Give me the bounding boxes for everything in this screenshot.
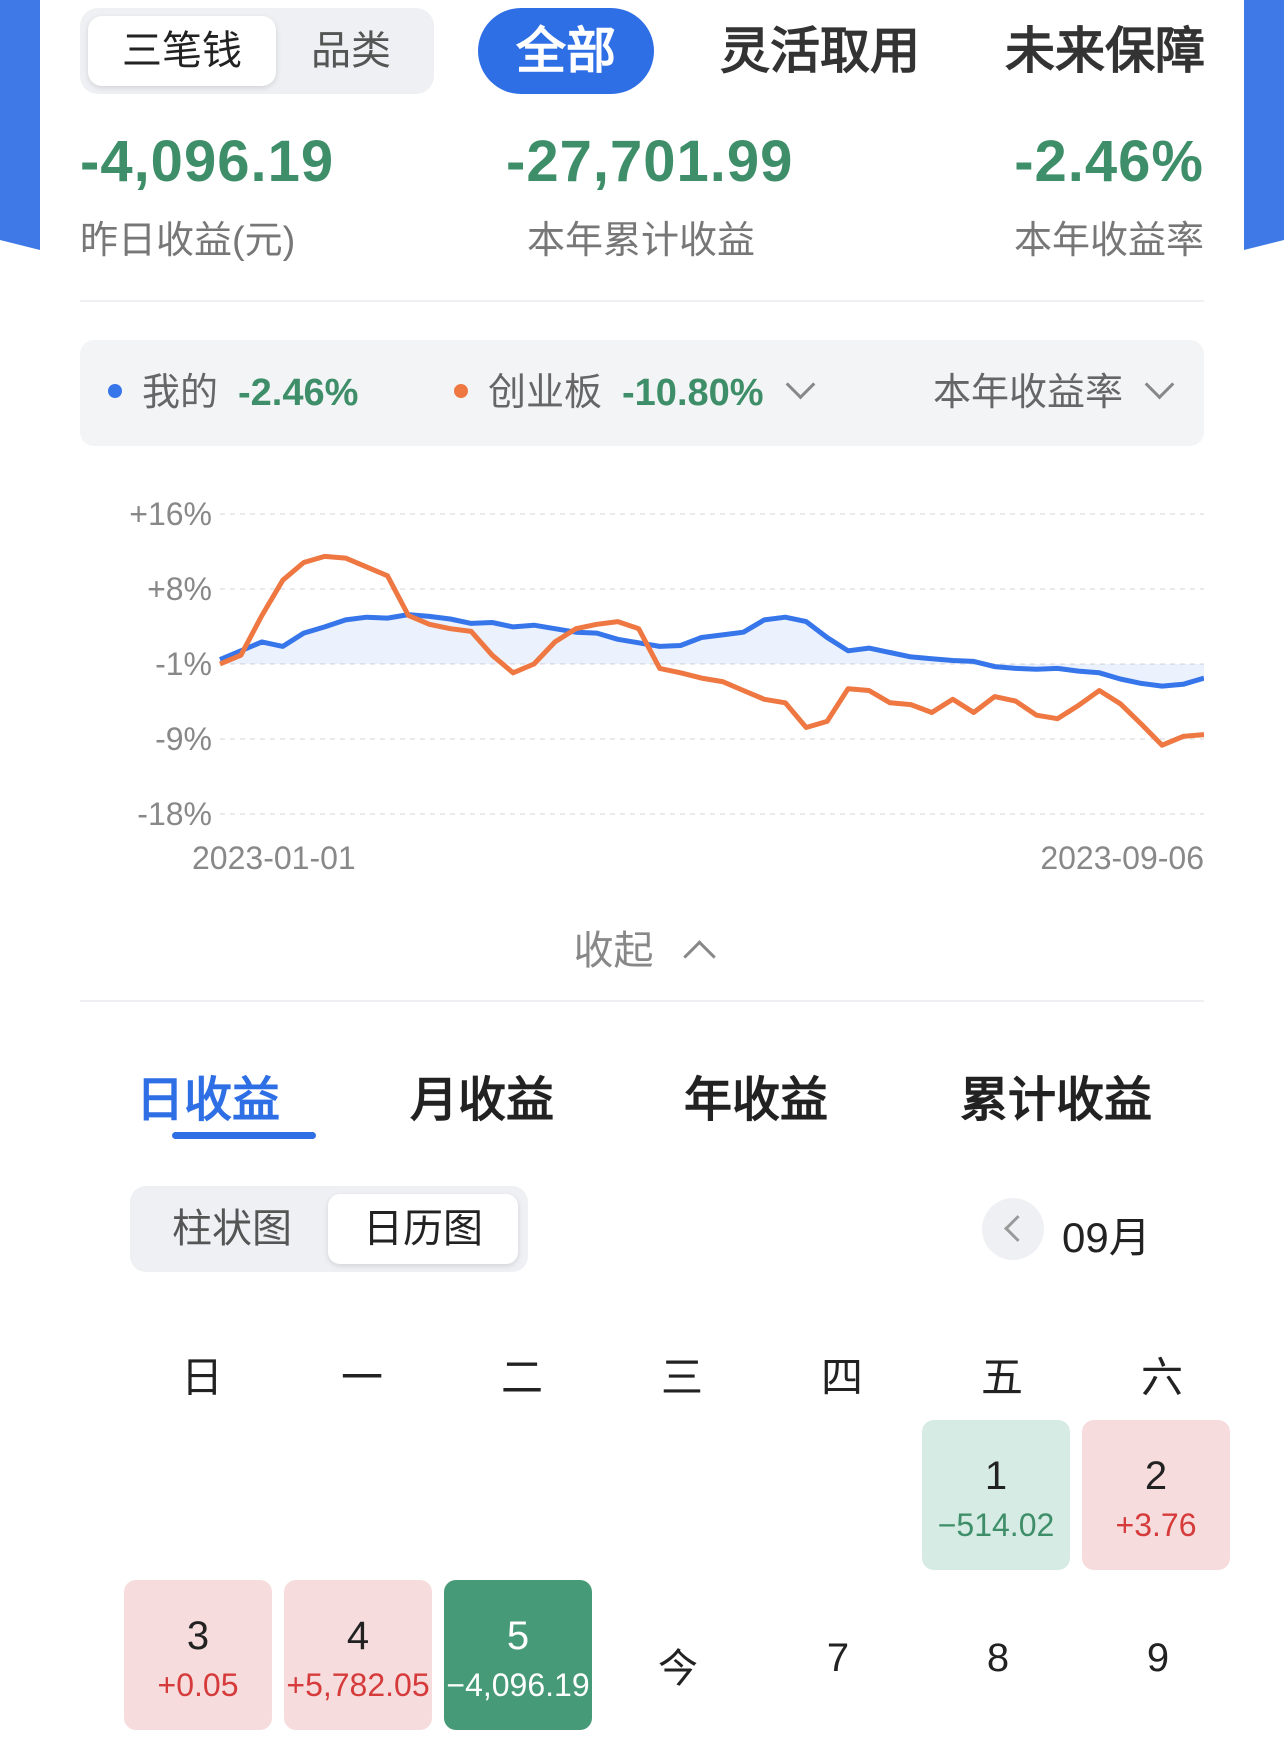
prev-month-button[interactable] xyxy=(982,1198,1044,1260)
weekday-label: 三 xyxy=(660,1354,703,1401)
stat-value: -4,096.19 xyxy=(80,129,335,194)
tab-yearly[interactable]: 年收益 xyxy=(684,1060,828,1130)
chart-legend: 我的 -2.46% 创业板 -10.80% 本年收益率 xyxy=(80,340,1204,446)
day-profit: +0.05 xyxy=(157,1667,239,1703)
switch-option-three-funds[interactable]: 三笔钱 xyxy=(88,16,276,86)
chevron-down-icon xyxy=(1144,369,1175,400)
weekday-label: 一 xyxy=(340,1354,383,1401)
legend-benchmark[interactable]: 创业板 -10.80% xyxy=(454,340,815,446)
day-number: 9 xyxy=(1146,1636,1170,1680)
top-switch: 三笔钱 品类 xyxy=(80,8,434,94)
return-chart[interactable] xyxy=(80,480,1204,880)
collapse-button[interactable]: 收起 xyxy=(40,918,1244,976)
x-start-label: 2023-01-01 xyxy=(192,840,356,876)
stat-label: 本年累计收益 xyxy=(526,220,755,262)
weekday-label: 二 xyxy=(500,1354,543,1401)
legend-mine-value: -2.46% xyxy=(238,372,359,414)
calendar-day[interactable]: 5 −4,096.19 xyxy=(444,1580,592,1730)
stat-yesterday: -4,096.19 昨日收益(元) xyxy=(80,128,334,264)
stat-value: -27,701.99 xyxy=(506,129,794,194)
stat-label: 昨日收益(元) xyxy=(80,220,296,262)
day-number: 3 xyxy=(186,1614,210,1658)
x-end-label: 2023-09-06 xyxy=(1040,840,1204,876)
view-switch: 柱状图 日历图 xyxy=(130,1186,528,1272)
day-profit: −4,096.19 xyxy=(446,1667,590,1703)
view-calendar[interactable]: 日历图 xyxy=(328,1194,518,1264)
day-number: 1 xyxy=(984,1454,1008,1498)
chevron-down-icon xyxy=(785,369,815,400)
stat-label: 本年收益率 xyxy=(1013,220,1204,262)
calendar-day[interactable]: 2 +3.76 xyxy=(1082,1420,1230,1570)
calendar-day-today[interactable]: 今 xyxy=(604,1580,752,1730)
legend-mine-label: 我的 xyxy=(142,372,219,414)
weekday-label: 日 xyxy=(180,1354,223,1401)
metric-label: 本年收益率 xyxy=(932,372,1123,414)
month-label: 09月 xyxy=(1062,1214,1151,1261)
active-tab-indicator xyxy=(172,1132,316,1139)
tab-all[interactable]: 全部 xyxy=(478,8,654,94)
collapse-label: 收起 xyxy=(573,929,654,973)
day-profit: +5,782.05 xyxy=(286,1667,430,1703)
day-profit: −514.02 xyxy=(937,1507,1055,1543)
legend-mine: 我的 -2.46% xyxy=(108,340,358,446)
switch-option-category[interactable]: 品类 xyxy=(276,16,426,86)
series-area-mine xyxy=(220,614,1204,687)
legend-benchmark-value: -10.80% xyxy=(622,372,764,414)
divider xyxy=(80,1000,1204,1002)
view-bar[interactable]: 柱状图 xyxy=(138,1194,326,1264)
legend-benchmark-label: 创业板 xyxy=(488,372,603,414)
calendar-day[interactable]: 9 xyxy=(1084,1580,1232,1730)
calendar-day[interactable]: 7 xyxy=(764,1580,912,1730)
day-number: 4 xyxy=(346,1614,370,1658)
tab-future-security[interactable]: 未来保障 xyxy=(1005,8,1242,94)
calendar-day[interactable]: 3 +0.05 xyxy=(124,1580,272,1730)
day-number: 7 xyxy=(826,1636,850,1680)
tab-monthly[interactable]: 月收益 xyxy=(410,1060,554,1130)
content-card: 三笔钱 品类 全部 灵活取用 未来保障 -4,096.19 昨日收益(元) -2… xyxy=(40,0,1244,1746)
stat-year-rate: -2.46% 本年收益率 xyxy=(1014,128,1204,264)
weekday-label: 四 xyxy=(820,1354,863,1401)
header-background-left xyxy=(0,0,40,250)
day-number: 5 xyxy=(506,1614,530,1658)
weekday-label: 五 xyxy=(980,1354,1023,1401)
calendar-day[interactable]: 8 xyxy=(924,1580,1072,1730)
dot-icon xyxy=(454,383,468,398)
day-number: 今 xyxy=(658,1647,698,1691)
metric-selector[interactable]: 本年收益率 xyxy=(932,340,1175,446)
day-number: 8 xyxy=(986,1636,1010,1680)
stat-year-profit: -27,701.99 本年累计收益 xyxy=(506,128,794,264)
tab-flexible[interactable]: 灵活取用 xyxy=(720,8,920,94)
calendar-day[interactable]: 4 +5,782.05 xyxy=(284,1580,432,1730)
day-number: 2 xyxy=(1144,1454,1168,1498)
tab-daily[interactable]: 日收益 xyxy=(136,1060,280,1130)
header-background-right xyxy=(1244,0,1284,250)
tab-cumulative[interactable]: 累计收益 xyxy=(960,1060,1152,1130)
calendar-day[interactable]: 1 −514.02 xyxy=(922,1420,1070,1570)
divider xyxy=(80,300,1204,302)
chevron-up-icon xyxy=(682,940,716,973)
stat-value: -2.46% xyxy=(1014,129,1204,194)
day-profit: +3.76 xyxy=(1115,1507,1197,1543)
weekday-label: 六 xyxy=(1140,1354,1183,1401)
dot-icon xyxy=(108,383,122,398)
